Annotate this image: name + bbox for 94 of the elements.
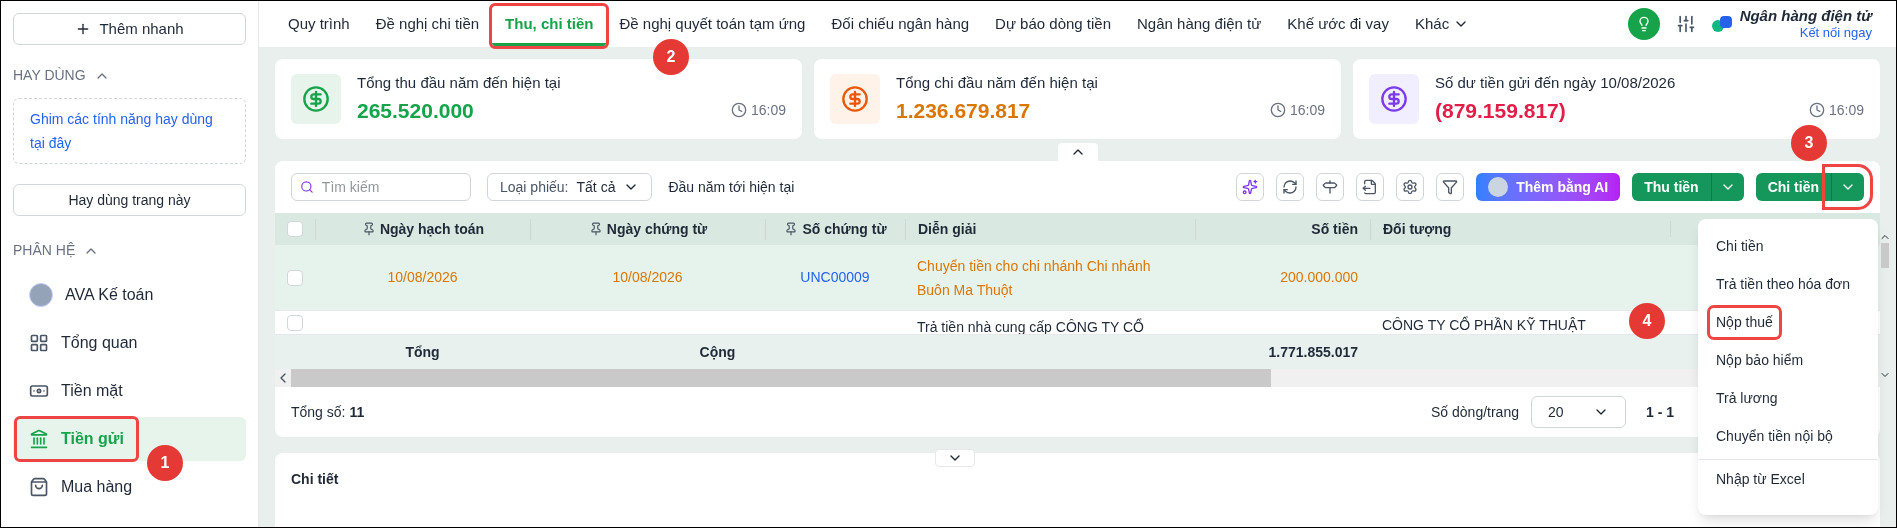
ebank-logo-icon bbox=[1711, 16, 1732, 32]
card-value: (879.159.817) bbox=[1435, 97, 1566, 124]
ai-sparkle-button[interactable] bbox=[1236, 173, 1265, 201]
update-time: 16:09 bbox=[750, 100, 786, 120]
clock-icon bbox=[1269, 102, 1286, 119]
checkbox[interactable] bbox=[287, 315, 303, 331]
column-header[interactable]: Số chứng từ bbox=[802, 218, 887, 240]
dollar-icon bbox=[830, 74, 880, 124]
sidebar-item[interactable]: Tiền mặt bbox=[13, 369, 246, 413]
section-header[interactable]: PHÂN HỆ bbox=[13, 240, 246, 261]
checkbox[interactable] bbox=[287, 221, 303, 237]
card-title: Tổng thu đầu năm đến hiện tại bbox=[357, 73, 562, 93]
collapse-button[interactable] bbox=[1057, 143, 1098, 161]
column-header[interactable]: Đối tượng bbox=[1383, 218, 1452, 240]
period-label: Đầu năm tới hiện tại bbox=[668, 177, 795, 197]
table-cell: Chuyển tiền cho chi nhánh Chi nhánh Buôn Ma Thuột bbox=[917, 257, 1151, 298]
card-title: Số dư tiền gửi đến ngày 10/08/2026 bbox=[1435, 73, 1677, 93]
avatar-icon bbox=[29, 283, 53, 307]
pinned-hint: Ghim các tính năng hay dùng tại đây bbox=[13, 98, 246, 164]
table-cell: 10/08/2026 bbox=[387, 269, 458, 285]
settings-button[interactable] bbox=[1396, 173, 1425, 201]
menu-item[interactable]: Trả tiền theo hóa đơn bbox=[1710, 269, 1856, 299]
tab[interactable]: Ngân hàng điện tử bbox=[1124, 5, 1275, 46]
pin-icon bbox=[588, 222, 603, 236]
table-cell: 200.000.000 bbox=[1280, 269, 1358, 285]
tab[interactable]: Dự báo dòng tiền bbox=[982, 5, 1125, 46]
ebank-title: Ngân hàng điện tử bbox=[1739, 6, 1872, 26]
sparkle-icon bbox=[1242, 179, 1259, 195]
filter-button[interactable] bbox=[1436, 173, 1465, 201]
menu-item[interactable]: Nộp bảo hiểm bbox=[1710, 345, 1810, 375]
total-count: Tổng số: 11 bbox=[291, 402, 365, 422]
dollar-icon bbox=[1369, 74, 1419, 124]
table-cell: Trả tiền nhà cung cấp CÔNG TY CỔ bbox=[917, 319, 1144, 334]
clock-icon bbox=[730, 102, 747, 119]
bank-icon bbox=[29, 429, 49, 449]
scrollbar-thumb[interactable] bbox=[1881, 243, 1889, 268]
sidebar-item[interactable]: Tổng quan bbox=[13, 321, 246, 365]
page-range: 1 - 1 bbox=[1646, 402, 1674, 422]
table-cell: CÔNG TY CỔ PHẦN KỸ THUẬT bbox=[1382, 317, 1586, 333]
ai-add-button[interactable]: Thêm bằng AI bbox=[1476, 173, 1621, 201]
section-header[interactable]: HAY DÙNG bbox=[13, 65, 246, 86]
tab[interactable]: Quy trình bbox=[275, 5, 363, 46]
quick-add-button[interactable]: Thêm nhanh bbox=[13, 13, 246, 45]
page-size-label: Số dòng/trang bbox=[1431, 402, 1519, 422]
column-header[interactable]: Ngày chứng từ bbox=[606, 218, 708, 240]
panel-title: Chi tiết bbox=[291, 471, 339, 487]
sidebar-item[interactable]: AVA Kế toán bbox=[13, 273, 246, 317]
clock-icon bbox=[1808, 102, 1825, 119]
card-value: 1.236.679.817 bbox=[896, 97, 1031, 124]
filter-icon bbox=[1442, 179, 1459, 195]
page-size-dropdown[interactable]: 20 bbox=[1531, 396, 1626, 428]
column-header[interactable]: Ngày hạch toán bbox=[379, 218, 485, 240]
update-time: 16:09 bbox=[1828, 100, 1864, 120]
signpost-icon bbox=[1322, 179, 1339, 195]
expand-button[interactable] bbox=[935, 449, 975, 467]
menu-item[interactable]: Chuyển tiền nội bộ bbox=[1710, 421, 1839, 451]
table-cell: 10/08/2026 bbox=[612, 269, 683, 285]
document-link[interactable]: UNC00009 bbox=[800, 269, 870, 285]
footer-label: Tổng bbox=[405, 343, 440, 360]
pin-icon bbox=[361, 222, 376, 236]
column-header[interactable]: Diễn giải bbox=[918, 218, 977, 240]
tips-button[interactable] bbox=[1627, 8, 1660, 40]
checkbox[interactable] bbox=[287, 269, 303, 286]
shopping-bag-icon bbox=[29, 477, 49, 497]
refresh-icon bbox=[1282, 179, 1299, 195]
search-input[interactable]: Tìm kiếm bbox=[321, 176, 462, 198]
step-number-badge: 3 bbox=[1791, 125, 1827, 161]
card-title: Tổng chi đầu năm đến hiện tại bbox=[896, 73, 1099, 93]
menu-item[interactable]: Trả lương bbox=[1710, 383, 1784, 413]
connect-link[interactable]: Kết nối ngay bbox=[1799, 25, 1872, 42]
favorite-page-button[interactable]: Hay dùng trang này bbox=[13, 184, 246, 216]
dollar-icon bbox=[291, 74, 341, 124]
refresh-button[interactable] bbox=[1276, 173, 1305, 201]
footer-label: Cộng bbox=[699, 343, 736, 360]
tab[interactable]: Khế ước đi vay bbox=[1274, 5, 1402, 46]
card-value: 265.520.000 bbox=[357, 97, 474, 124]
column-header[interactable]: Số tiền bbox=[1311, 218, 1358, 240]
dashboard-icon bbox=[29, 333, 49, 353]
menu-item[interactable]: Nhập từ Excel bbox=[1710, 468, 1811, 490]
export-button[interactable] bbox=[1356, 173, 1385, 201]
search-icon bbox=[300, 179, 314, 195]
search-field[interactable]: Tìm kiếm bbox=[291, 173, 471, 201]
footer-total: 1.771.855.017 bbox=[1268, 343, 1358, 360]
pin-icon bbox=[784, 222, 799, 236]
signpost-button[interactable] bbox=[1316, 173, 1345, 201]
avatar-icon bbox=[1488, 177, 1509, 197]
tab[interactable]: Đề nghị chi tiền bbox=[362, 5, 493, 46]
type-filter-dropdown[interactable]: Loại phiếu: Tất cả bbox=[487, 173, 653, 201]
export-icon bbox=[1362, 179, 1379, 195]
update-time: 16:09 bbox=[1289, 100, 1325, 120]
settings-icon bbox=[1402, 179, 1419, 195]
settings-sliders-icon[interactable] bbox=[1675, 14, 1696, 34]
tab[interactable]: Đối chiếu ngân hàng bbox=[818, 5, 983, 46]
tab[interactable]: Khác bbox=[1401, 5, 1483, 46]
